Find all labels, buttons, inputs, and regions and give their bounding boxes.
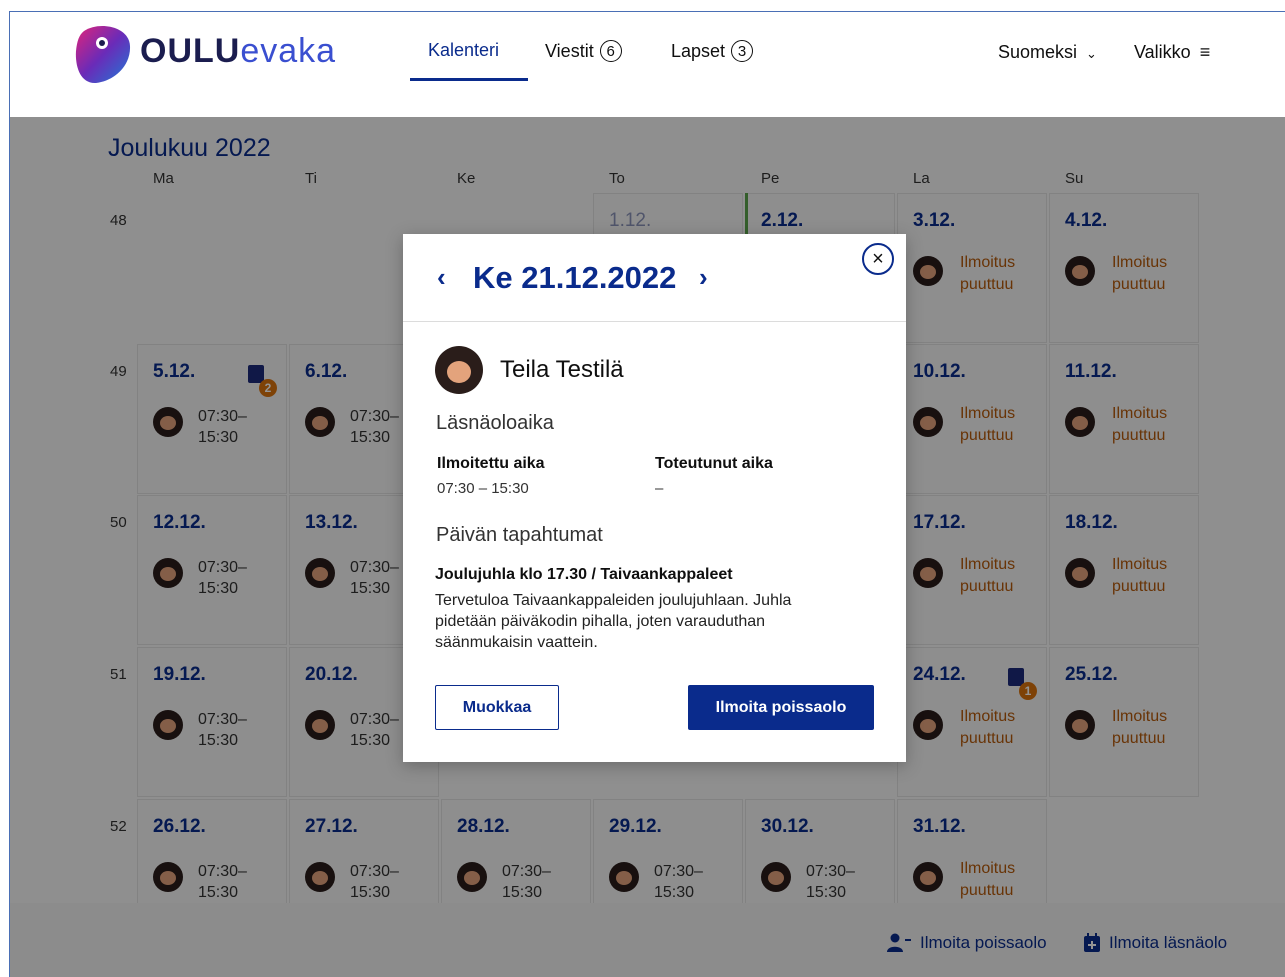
modal-header: ‹ Ke 21.12.2022 › ×	[403, 234, 906, 322]
nav-kalenteri-label: Kalenteri	[428, 40, 500, 60]
close-icon: ×	[872, 247, 884, 270]
menu-label: Valikko	[1134, 42, 1191, 62]
menu-button[interactable]: Valikko ≡	[1134, 42, 1210, 63]
close-button[interactable]: ×	[862, 243, 894, 275]
oulu-logo-icon[interactable]	[74, 21, 132, 85]
reported-time-value: 07:30 – 15:30	[437, 480, 529, 497]
actual-time-label: Toteutunut aika	[655, 455, 773, 472]
events-heading: Päivän tapahtumat	[436, 524, 603, 546]
nav-viestit[interactable]: Viestit 6	[545, 40, 622, 62]
nav-lapset-label: Lapset	[671, 40, 726, 61]
logo-light-text: evaka	[240, 32, 337, 70]
modal-date-title: Ke 21.12.2022	[473, 260, 677, 295]
lapset-count-badge: 3	[731, 40, 754, 62]
language-selector[interactable]: Suomeksi ⌄	[998, 42, 1097, 63]
day-modal: ‹ Ke 21.12.2022 › × Teila Testilä Läsnäo…	[403, 234, 906, 762]
edit-button[interactable]: Muokkaa	[435, 685, 559, 730]
nav-kalenteri[interactable]: Kalenteri	[428, 40, 499, 61]
event-title: Joulujuhla klo 17.30 / Taivaankappaleet	[435, 566, 733, 583]
viestit-count-badge: 6	[599, 40, 622, 62]
nav-lapset[interactable]: Lapset 3	[671, 40, 754, 62]
attendance-heading: Läsnäoloaika	[436, 412, 554, 434]
next-day-button[interactable]: ›	[699, 262, 708, 293]
logo-bold-text: OULU	[140, 32, 241, 70]
child-avatar	[435, 346, 483, 394]
hamburger-icon: ≡	[1199, 42, 1211, 62]
chevron-down-icon: ⌄	[1086, 46, 1097, 61]
nav-active-underline	[410, 78, 528, 81]
report-absence-button[interactable]: Ilmoita poissaolo	[688, 685, 874, 730]
language-label: Suomeksi	[998, 42, 1078, 62]
nav-viestit-label: Viestit	[545, 40, 594, 61]
reported-time-label: Ilmoitettu aika	[437, 455, 545, 472]
prev-day-button[interactable]: ‹	[437, 262, 446, 293]
actual-time-value: –	[655, 480, 664, 497]
event-description: Tervetuloa Taivaankappaleiden joulujuhla…	[435, 592, 792, 651]
oulu-evaka-wordmark[interactable]: OULUevaka	[140, 32, 336, 71]
child-name: Teila Testilä	[500, 356, 624, 383]
